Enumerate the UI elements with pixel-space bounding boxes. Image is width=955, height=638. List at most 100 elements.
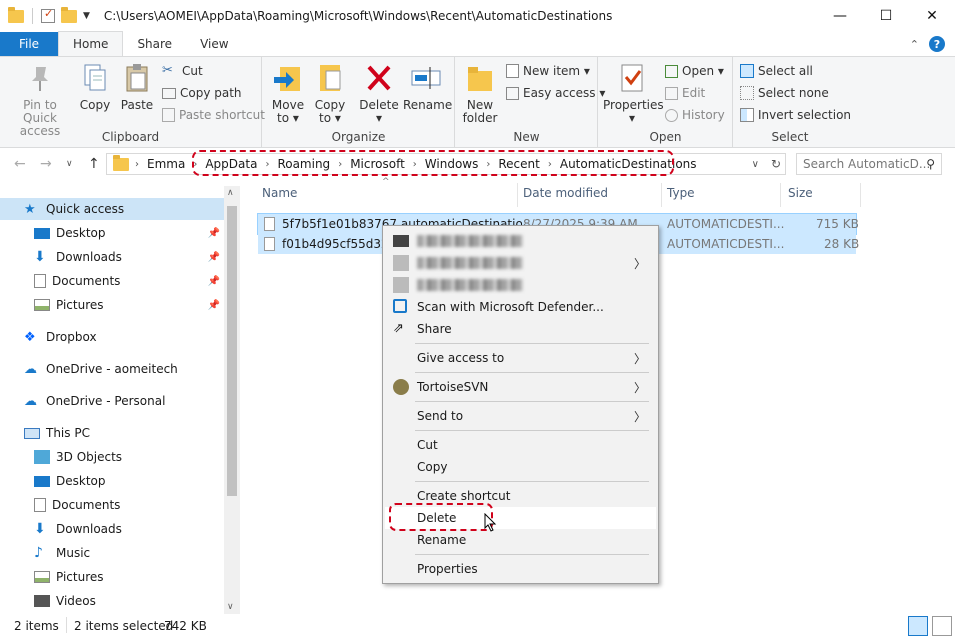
column-size[interactable]: Size <box>788 186 813 200</box>
nav-pc-downloads[interactable]: ⬇ Downloads <box>0 518 224 540</box>
back-arrow-icon[interactable]: ← <box>14 156 26 172</box>
paste-button[interactable]: Paste <box>118 61 156 112</box>
menu-item-rename[interactable]: Rename <box>385 529 656 551</box>
nav-dropbox[interactable]: ❖ Dropbox <box>0 326 224 348</box>
nav-pc-desktop[interactable]: Desktop <box>0 470 224 492</box>
cut-button[interactable]: ✂ Cut <box>162 61 203 81</box>
move-to-button[interactable]: Move to ▾ <box>269 61 307 125</box>
share-icon: ⇗ <box>393 321 404 336</box>
nav-pictures[interactable]: Pictures 📌 <box>0 294 224 316</box>
crumb-separator[interactable]: › <box>135 159 139 170</box>
nav-scrollbar[interactable]: ∧ ∨ <box>224 186 240 614</box>
nav-quick-access[interactable]: ★ Quick access <box>0 198 224 220</box>
menu-label: Share <box>417 322 452 336</box>
menu-item-properties[interactable]: Properties <box>385 558 656 580</box>
nav-desktop[interactable]: Desktop 📌 <box>0 222 224 244</box>
customize-toolbar-icon[interactable]: ▼ <box>83 11 90 21</box>
tab-home[interactable]: Home <box>58 31 124 56</box>
large-icons-view-button[interactable] <box>932 616 952 636</box>
invert-selection-icon <box>740 108 754 122</box>
copy-path-button[interactable]: Copy path <box>162 83 242 103</box>
tab-view[interactable]: View <box>186 32 242 56</box>
nav-this-pc[interactable]: This PC <box>0 422 224 444</box>
column-date-modified[interactable]: Date modified <box>523 186 608 200</box>
menu-item-cut[interactable]: Cut <box>385 434 656 456</box>
tab-file[interactable]: File <box>0 32 58 56</box>
delete-button[interactable]: Delete ▾ <box>359 61 399 125</box>
forward-arrow-icon[interactable]: → <box>40 156 52 172</box>
new-group-label: New <box>513 130 540 144</box>
column-divider[interactable] <box>517 183 518 207</box>
paste-shortcut-label: Paste shortcut <box>179 108 265 122</box>
pin-icon: 📌 <box>207 227 220 239</box>
copy-to-button[interactable]: Copy to ▾ <box>311 61 349 125</box>
copy-button[interactable]: Copy <box>78 61 112 112</box>
app-icon <box>393 255 409 271</box>
tab-share[interactable]: Share <box>123 32 186 56</box>
pin-icon: 📌 <box>207 275 220 287</box>
menu-item-tortoisesvn[interactable]: TortoiseSVN 〉 <box>385 376 656 398</box>
menu-item-scan-defender[interactable]: Scan with Microsoft Defender... <box>385 296 656 318</box>
refresh-icon[interactable]: ↻ <box>771 157 781 171</box>
new-folder-button[interactable]: New folder <box>462 61 498 125</box>
scroll-down-icon[interactable]: ∨ <box>227 602 234 612</box>
nav-3d-objects[interactable]: 3D Objects <box>0 446 224 468</box>
delete-highlight-annotation <box>389 503 493 531</box>
column-name[interactable]: Name <box>262 186 297 200</box>
edit-button[interactable]: Edit <box>665 83 705 103</box>
column-divider[interactable] <box>860 183 861 207</box>
menu-item-give-access[interactable]: Give access to 〉 <box>385 347 656 369</box>
new-folder-icon[interactable] <box>61 6 77 23</box>
select-none-button[interactable]: Select none <box>740 83 829 103</box>
document-icon <box>34 498 46 512</box>
open-group-label: Open <box>649 130 682 144</box>
select-all-button[interactable]: Select all <box>740 61 813 81</box>
nav-documents[interactable]: Documents 📌 <box>0 270 224 292</box>
address-dropdown-icon[interactable]: ∨ <box>752 159 759 170</box>
recent-locations-icon[interactable]: ∨ <box>66 159 73 169</box>
invert-selection-button[interactable]: Invert selection <box>740 105 851 125</box>
help-icon[interactable]: ? <box>929 36 945 52</box>
scroll-up-icon[interactable]: ∧ <box>227 188 234 198</box>
nav-pc-documents[interactable]: Documents <box>0 494 224 516</box>
properties-icon[interactable] <box>41 7 55 23</box>
close-button[interactable]: ✕ <box>909 0 955 32</box>
new-item-label: New item ▾ <box>523 64 590 78</box>
new-item-button[interactable]: New item ▾ <box>506 61 590 81</box>
easy-access-button[interactable]: Easy access ▾ <box>506 83 605 103</box>
paste-shortcut-button[interactable]: Paste shortcut <box>162 105 265 125</box>
nav-videos[interactable]: Videos <box>0 590 224 612</box>
menu-item-share[interactable]: ⇗ Share <box>385 318 656 340</box>
address-highlight-annotation <box>192 150 674 176</box>
scrollbar-thumb[interactable] <box>227 206 237 496</box>
nav-pc-pictures[interactable]: Pictures <box>0 566 224 588</box>
rename-button[interactable]: Rename <box>403 61 452 112</box>
details-view-button[interactable] <box>908 616 928 636</box>
collapse-ribbon-icon[interactable]: ⌃ <box>910 38 919 51</box>
nav-music[interactable]: ♪ Music <box>0 542 224 564</box>
minimize-button[interactable]: — <box>817 0 863 32</box>
properties-button[interactable]: Properties ▾ <box>603 61 664 125</box>
menu-item-blurred-1[interactable] <box>385 230 656 252</box>
column-type[interactable]: Type <box>667 186 695 200</box>
column-divider[interactable] <box>661 183 662 207</box>
menu-item-copy[interactable]: Copy <box>385 456 656 478</box>
search-box[interactable]: Search AutomaticD... ⚲ <box>796 153 942 175</box>
crumb-emma[interactable]: Emma <box>147 157 185 171</box>
nav-onedrive-personal[interactable]: ☁ OneDrive - Personal <box>0 390 224 412</box>
open-button[interactable]: Open ▾ <box>665 61 724 81</box>
menu-item-send-to[interactable]: Send to 〉 <box>385 405 656 427</box>
menu-label: Give access to <box>417 351 505 365</box>
history-button[interactable]: History <box>665 105 725 125</box>
maximize-button[interactable]: ☐ <box>863 0 909 32</box>
nav-onedrive-aomeitech[interactable]: ☁ OneDrive - aomeitech <box>0 358 224 380</box>
menu-item-blurred-3[interactable] <box>385 274 656 296</box>
menu-item-blurred-2[interactable]: 〉 <box>385 252 656 274</box>
file-size: 715 KB <box>816 217 859 231</box>
nav-downloads[interactable]: ⬇ Downloads 📌 <box>0 246 224 268</box>
pin-quick-access-button[interactable]: Pin to Quick access <box>6 61 74 138</box>
nav-label: Desktop <box>56 474 106 488</box>
menu-label: TortoiseSVN <box>417 380 489 394</box>
column-divider[interactable] <box>780 183 781 207</box>
up-arrow-icon[interactable]: ↑ <box>88 156 100 172</box>
